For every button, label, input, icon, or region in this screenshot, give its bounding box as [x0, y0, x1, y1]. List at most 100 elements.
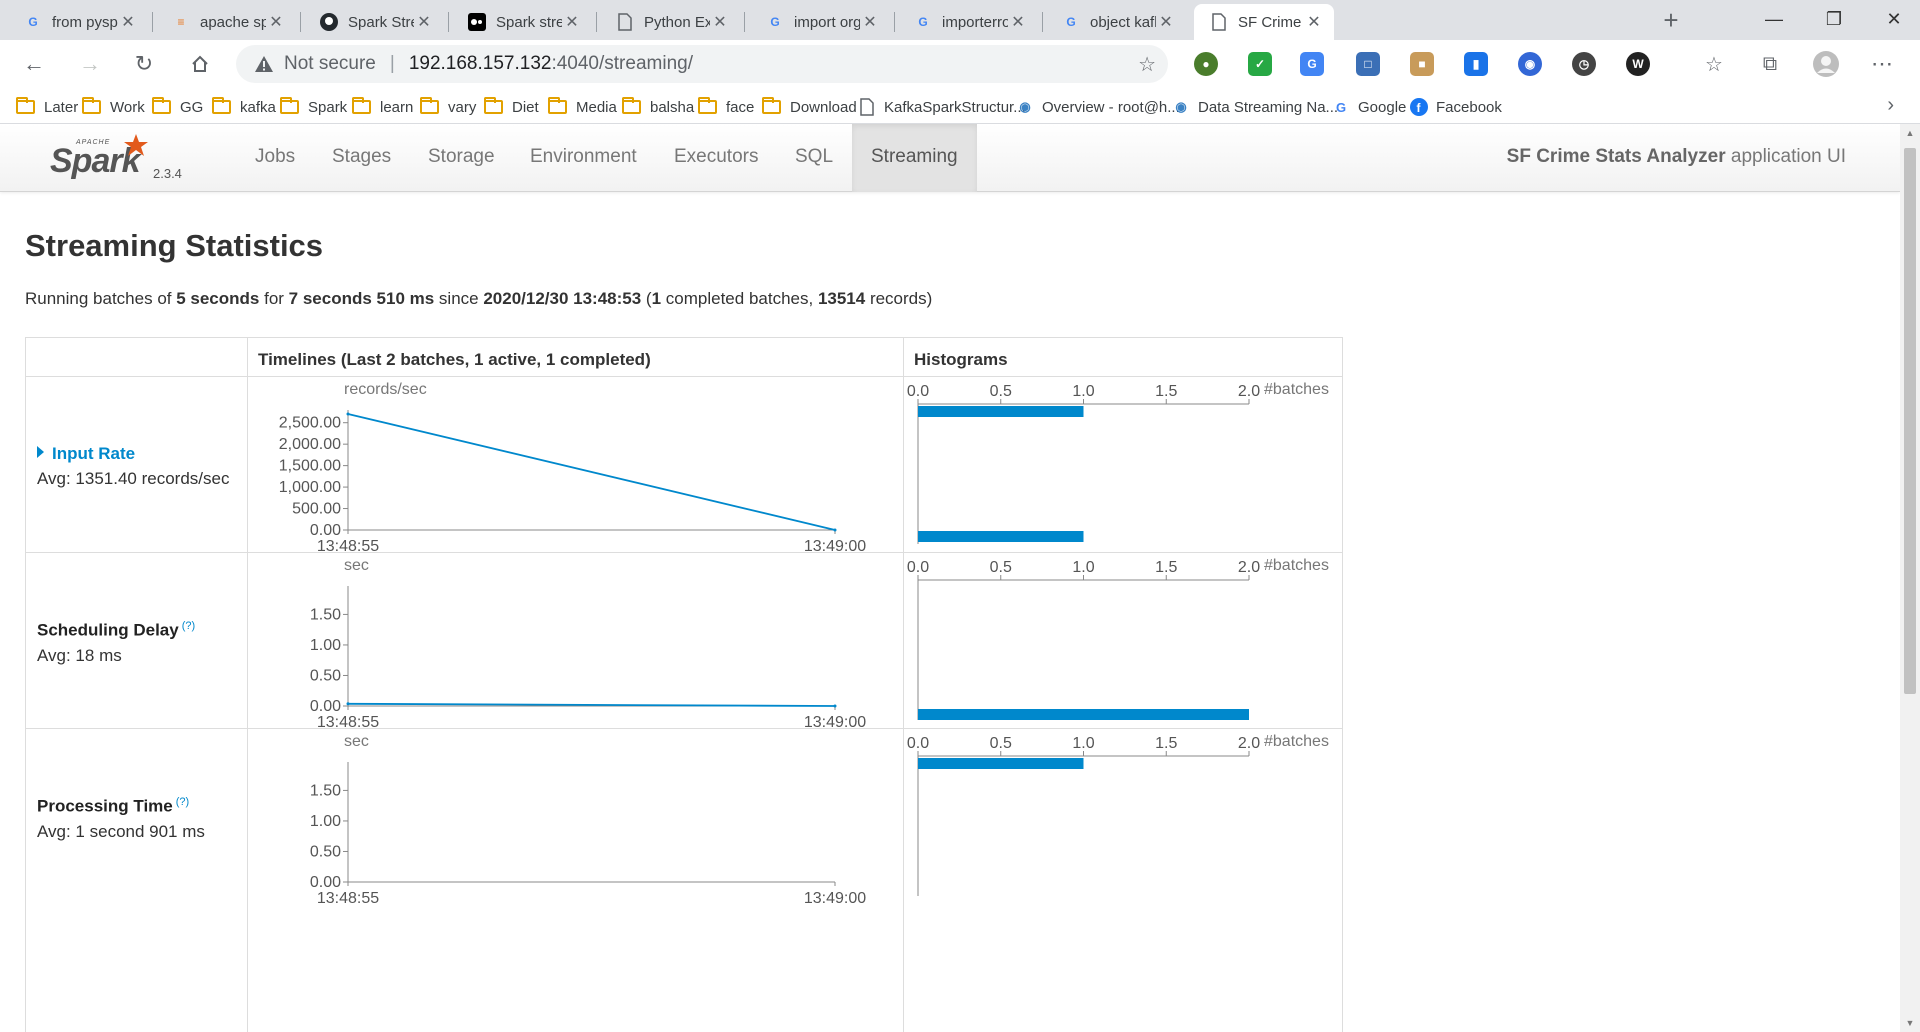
- w-extension-icon[interactable]: W: [1626, 52, 1650, 76]
- bookmark-item[interactable]: kafka: [212, 96, 276, 118]
- spark-tab-environment[interactable]: Environment: [511, 124, 656, 192]
- google-icon: G: [918, 15, 928, 29]
- bookmark-item[interactable]: face: [698, 96, 754, 118]
- histogram-bar: [918, 709, 1249, 720]
- home-button[interactable]: [184, 48, 216, 80]
- browser-tab[interactable]: Gfrom pyspark.s✕: [8, 4, 148, 40]
- collections-icon[interactable]: ⧉: [1754, 48, 1786, 80]
- address-divider: |: [389, 53, 395, 74]
- back-button[interactable]: ←: [18, 48, 50, 80]
- bookmark-label: Data Streaming Na...: [1198, 98, 1339, 116]
- scroll-up-arrow-icon[interactable]: ▲: [1900, 128, 1920, 138]
- bookmarks-overflow-chevron-icon[interactable]: ›: [1887, 94, 1894, 117]
- summary-text: since: [434, 289, 484, 308]
- streaming-summary: Running batches of 5 seconds for 7 secon…: [25, 289, 932, 309]
- reload-button[interactable]: ↻: [128, 48, 160, 80]
- spark-tab-sql[interactable]: SQL: [776, 124, 852, 192]
- tab-close-icon[interactable]: ✕: [710, 12, 730, 32]
- bookmark-item[interactable]: GG: [152, 96, 203, 118]
- maximize-button[interactable]: ❐: [1804, 0, 1864, 38]
- home-icon: [192, 55, 208, 72]
- bookmark-label: Work: [110, 98, 145, 116]
- browser-tab[interactable]: Gobject kafka is✕: [1046, 4, 1186, 40]
- browser-tab[interactable]: Spark Streamin✕: [304, 4, 444, 40]
- scroll-down-arrow-icon[interactable]: ▼: [1900, 1018, 1920, 1028]
- url-path: :4040/streaming/: [551, 53, 693, 74]
- bookmark-item[interactable]: Download: [762, 96, 857, 118]
- folder-icon: [82, 97, 101, 114]
- bookmark-item[interactable]: Later: [16, 96, 78, 118]
- tab-close-icon[interactable]: ✕: [1156, 12, 1176, 32]
- bookmark-star-icon[interactable]: ☆: [1138, 52, 1156, 77]
- bookmark-item[interactable]: f Facebook: [1410, 96, 1502, 118]
- briefcase-extension-icon[interactable]: ■: [1410, 52, 1434, 76]
- scrollbar-thumb[interactable]: [1904, 148, 1916, 694]
- translate-extension-icon[interactable]: G: [1300, 52, 1324, 76]
- completed-batches: 1: [651, 289, 662, 308]
- bookmark-item[interactable]: ◉ Overview - root@h...: [1016, 96, 1179, 118]
- site-icon: ◉: [1019, 99, 1031, 114]
- tab-close-icon[interactable]: ✕: [118, 12, 138, 32]
- tab-close-icon[interactable]: ✕: [414, 12, 434, 32]
- spark-tab-executors[interactable]: Executors: [655, 124, 777, 192]
- tab-close-icon[interactable]: ✕: [266, 12, 286, 32]
- forward-button[interactable]: →: [74, 48, 106, 80]
- spark-tab-streaming[interactable]: Streaming: [852, 124, 977, 192]
- browser-tab[interactable]: Gimporterror ca✕: [898, 4, 1038, 40]
- bookmark-item[interactable]: learn: [352, 96, 413, 118]
- shield-extension-icon[interactable]: ✓: [1248, 52, 1272, 76]
- bookmark-item[interactable]: KafkaSparkStructur...: [858, 96, 1026, 118]
- browser-tab[interactable]: SF Crime Stats✕: [1194, 4, 1334, 40]
- histogram-x-tick-label: 2.0: [1238, 383, 1260, 400]
- bookmark-item[interactable]: balsha: [622, 96, 694, 118]
- histogram-x-tick-label: 1.5: [1155, 559, 1177, 576]
- tab-title: Spark Streamin: [348, 13, 414, 31]
- profile-avatar[interactable]: [1810, 48, 1842, 80]
- new-tab-button[interactable]: +: [1656, 6, 1686, 36]
- timeline-y-tick-label: 1.00: [310, 813, 341, 830]
- spark-tab-stages[interactable]: Stages: [313, 124, 410, 192]
- timeline-y-tick-label: 0.00: [310, 698, 341, 715]
- bookmark-item[interactable]: Diet: [484, 96, 539, 118]
- tab-close-icon[interactable]: ✕: [1304, 12, 1324, 32]
- running-duration: 7 seconds 510 ms: [288, 289, 435, 308]
- bookmark-item[interactable]: Work: [82, 96, 145, 118]
- minimize-button[interactable]: —: [1744, 0, 1804, 38]
- security-label[interactable]: Not secure: [284, 53, 376, 75]
- bookmark-item[interactable]: vary: [420, 96, 476, 118]
- app-name-suffix: application UI: [1725, 146, 1846, 167]
- tab-close-icon[interactable]: ✕: [1008, 12, 1028, 32]
- menu-dots-icon[interactable]: ⋯: [1866, 48, 1898, 80]
- histogram-bar: [918, 758, 1084, 769]
- browser-tab[interactable]: Gimport org apa✕: [750, 4, 890, 40]
- browser-tab[interactable]: ≡ apache spark -✕: [156, 4, 296, 40]
- browser-tab[interactable]: Python Exampl✕: [600, 4, 740, 40]
- bookmark-item[interactable]: ◉ Data Streaming Na...: [1172, 96, 1338, 118]
- summary-text: records): [865, 289, 933, 308]
- bookmark-item[interactable]: Spark: [280, 96, 347, 118]
- folder-icon: [212, 97, 231, 114]
- reading-list-icon[interactable]: ☆: [1698, 48, 1730, 80]
- total-records: 13514: [817, 289, 866, 308]
- save-extension-icon[interactable]: □: [1356, 52, 1380, 76]
- bookmark-item[interactable]: Media: [548, 96, 617, 118]
- tab-close-icon[interactable]: ✕: [860, 12, 880, 32]
- page-scrollbar[interactable]: ▲ ▼: [1900, 124, 1920, 1032]
- browser-tab[interactable]: Spark streamin✕: [452, 4, 592, 40]
- target-extension-icon[interactable]: ◉: [1518, 52, 1542, 76]
- globe-extension-icon[interactable]: ●: [1194, 52, 1218, 76]
- bookmark-item[interactable]: G Google: [1332, 96, 1406, 118]
- url-host: 192.168.157.132: [408, 53, 552, 74]
- document-extension-icon[interactable]: ▮: [1464, 52, 1488, 76]
- tab-close-icon[interactable]: ✕: [562, 12, 582, 32]
- spark-tab-storage[interactable]: Storage: [409, 124, 514, 192]
- streaming-stat-table: Timelines (Last 2 batches, 1 active, 1 c…: [25, 337, 1343, 1032]
- close-window-button[interactable]: ✕: [1864, 0, 1920, 38]
- timeline-y-tick-label: 2,000.00: [279, 436, 341, 453]
- spark-tab-jobs[interactable]: Jobs: [236, 124, 314, 192]
- timer-extension-icon[interactable]: ◷: [1572, 52, 1596, 76]
- address-bar[interactable]: Not secure | 192.168.157.132:4040/stream…: [236, 45, 1168, 83]
- tab-title: Spark streamin: [496, 13, 562, 31]
- google-icon: G: [28, 15, 38, 29]
- bookmarks-bar: Later Work GG kafka Spark learn vary Diet Media b…: [0, 88, 1920, 124]
